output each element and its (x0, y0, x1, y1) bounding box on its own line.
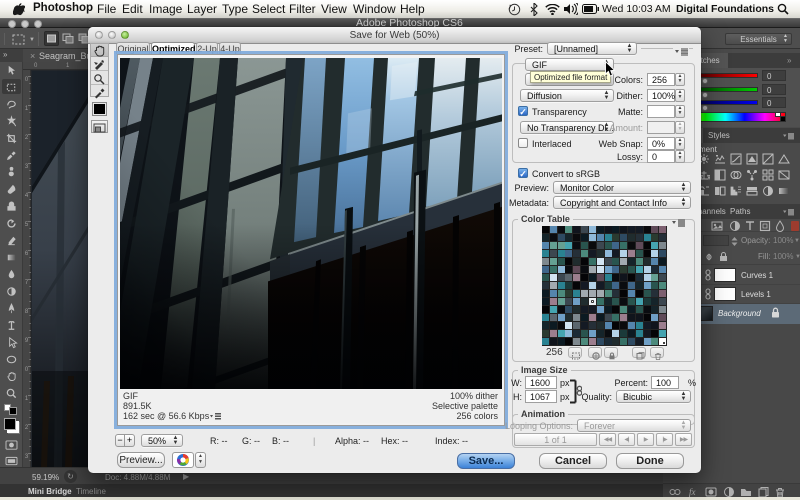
svg-text:fx: fx (689, 487, 696, 497)
